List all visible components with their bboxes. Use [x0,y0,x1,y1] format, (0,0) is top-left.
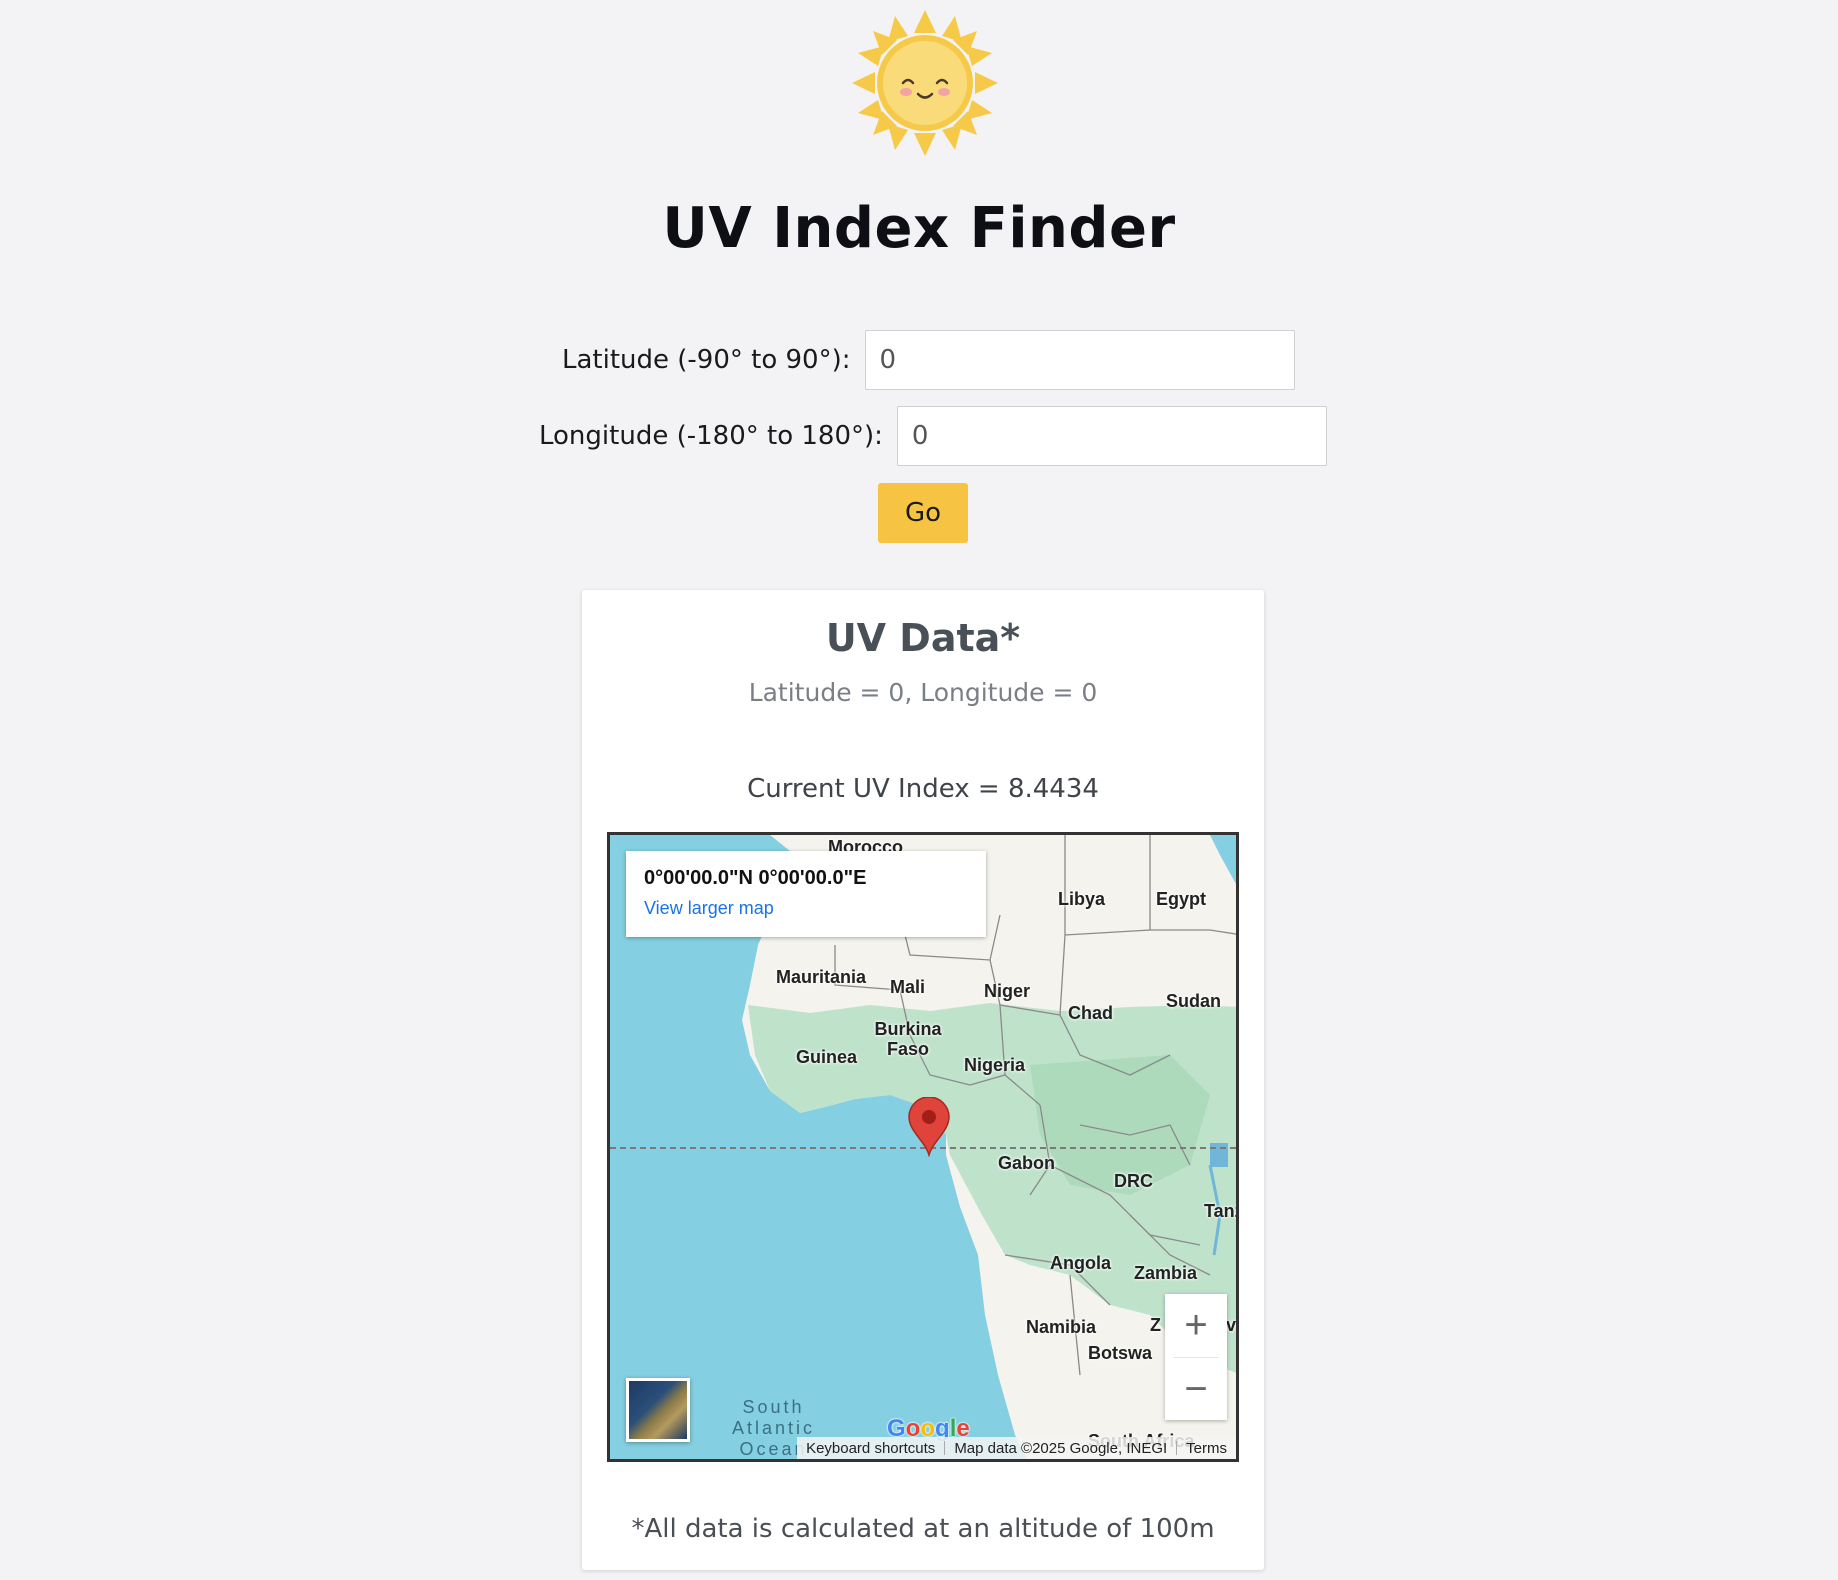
place-angola: Angola [1050,1253,1111,1273]
place-gabon: Gabon [998,1153,1055,1173]
map-info-coords: 0°00'00.0"N 0°00'00.0"E [644,867,867,889]
place-nigeria: Nigeria [964,1055,1026,1075]
place-burkina-faso: Burkina Faso [874,1019,942,1059]
place-zimbabwe-end: ve [1226,1315,1237,1335]
embedded-map[interactable]: Morocco Libya Egypt Mauritania Mali Nige… [607,832,1239,1462]
altitude-footnote: *All data is calculated at an altitude o… [631,1514,1215,1544]
sun-logo-icon [852,10,998,156]
place-zimbabwe-start: Z [1150,1315,1161,1335]
place-botswana: Botswa [1088,1343,1153,1363]
place-tanzania: Tanz [1204,1201,1236,1221]
go-button[interactable]: Go [878,483,968,543]
place-sudan: Sudan [1166,991,1222,1011]
satellite-layer-toggle[interactable] [626,1378,690,1442]
place-egypt: Egypt [1156,889,1207,909]
view-larger-map-link[interactable]: View larger map [644,898,968,919]
place-chad: Chad [1068,1003,1113,1023]
longitude-input[interactable] [896,406,1327,466]
coords-text: Latitude = 0, Longitude = 0 [748,678,1098,707]
longitude-row: Longitude (-180° to 180°): [539,406,1327,466]
place-libya: Libya [1058,889,1106,909]
longitude-label: Longitude (-180° to 180°): [539,421,883,451]
latitude-row: Latitude (-90° to 90°): [562,330,1295,390]
terms-link[interactable]: Terms [1177,1440,1236,1457]
keyboard-shortcuts-link[interactable]: Keyboard shortcuts [797,1440,944,1457]
zoom-control: + − [1165,1294,1227,1420]
map-data-text: Map data ©2025 Google, INEGI [954,1439,1168,1457]
map-pin-icon[interactable] [907,1097,951,1157]
latitude-label: Latitude (-90° to 90°): [562,345,851,375]
zoom-in-button[interactable]: + [1165,1294,1227,1357]
latitude-input[interactable] [864,330,1295,390]
place-zambia: Zambia [1134,1263,1198,1283]
map-attribution-bar: Keyboard shortcuts Map data ©2025 Google… [797,1437,1236,1459]
place-niger: Niger [984,981,1031,1001]
uv-index-text: Current UV Index = 8.4434 [747,774,1099,804]
uv-data-card: UV Data* Latitude = 0, Longitude = 0 Cur… [582,590,1264,1570]
page-title: UV Index Finder [662,196,1176,261]
place-mali: Mali [890,977,926,997]
place-guinea: Guinea [796,1047,858,1067]
place-mauritania: Mauritania [776,967,867,987]
zoom-out-button[interactable]: − [1165,1358,1227,1421]
map-info-box: 0°00'00.0"N 0°00'00.0"E View larger map [626,851,986,937]
card-title: UV Data* [825,616,1021,660]
place-namibia: Namibia [1026,1317,1097,1337]
place-drc: DRC [1114,1171,1153,1191]
